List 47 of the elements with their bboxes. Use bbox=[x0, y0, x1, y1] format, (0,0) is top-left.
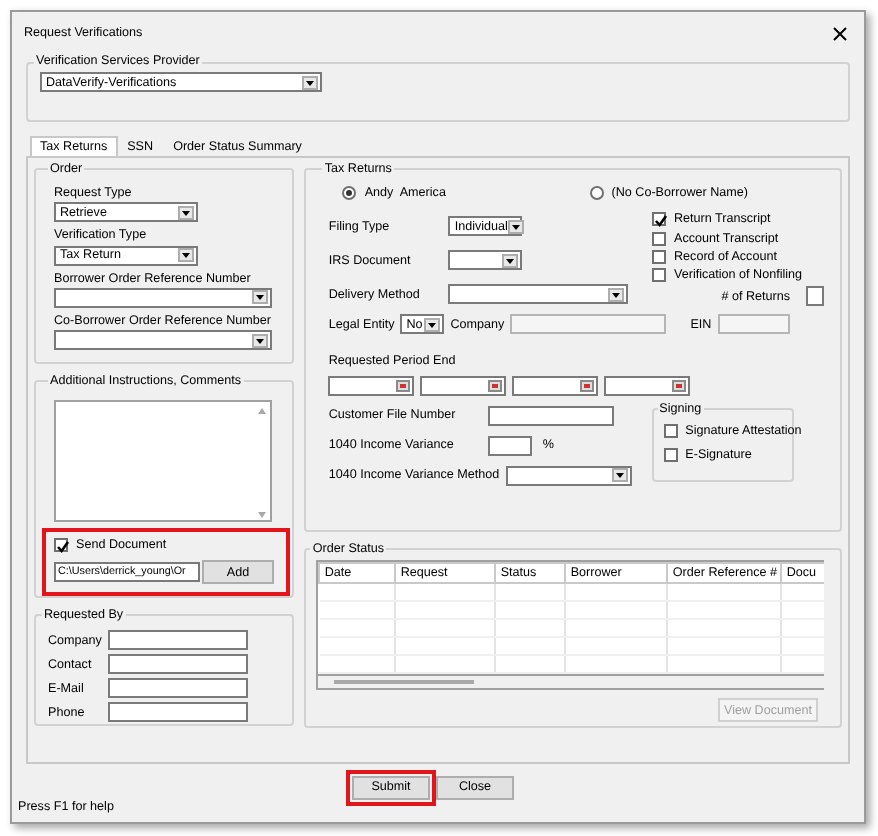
date-field[interactable] bbox=[604, 375, 691, 396]
input-field[interactable] bbox=[108, 678, 248, 699]
input-field[interactable] bbox=[108, 702, 248, 723]
check-icon bbox=[56, 540, 70, 555]
dropdown[interactable] bbox=[54, 330, 272, 351]
input-field[interactable] bbox=[108, 654, 248, 675]
input-field[interactable] bbox=[717, 314, 790, 335]
checkbox[interactable] bbox=[54, 538, 68, 553]
caret-icon bbox=[180, 250, 192, 261]
dropdown[interactable] bbox=[448, 284, 629, 305]
input-field[interactable] bbox=[488, 405, 615, 426]
calendar-icon bbox=[580, 379, 595, 392]
checkbox[interactable] bbox=[652, 231, 666, 246]
caret-icon bbox=[180, 207, 192, 218]
checkbox[interactable] bbox=[652, 212, 666, 227]
calendar-icon bbox=[488, 379, 503, 392]
input-field[interactable] bbox=[510, 314, 667, 335]
close-icon bbox=[832, 25, 848, 42]
caret-icon bbox=[613, 470, 626, 481]
close-button[interactable] bbox=[832, 25, 848, 42]
text-area[interactable] bbox=[54, 400, 272, 523]
dropdown[interactable] bbox=[448, 250, 523, 271]
caret-icon bbox=[304, 77, 316, 88]
caret-icon bbox=[254, 292, 266, 303]
caret-icon bbox=[254, 335, 266, 346]
caret-icon bbox=[509, 221, 522, 232]
date-field[interactable] bbox=[512, 375, 599, 396]
date-field[interactable] bbox=[420, 375, 507, 396]
input-field[interactable] bbox=[806, 286, 824, 307]
input-field[interactable] bbox=[108, 630, 248, 651]
input-field[interactable] bbox=[488, 435, 533, 456]
calendar-icon bbox=[396, 379, 411, 392]
calendar-icon bbox=[672, 379, 687, 392]
scrollbar-thumb[interactable] bbox=[334, 680, 475, 685]
checkbox[interactable] bbox=[663, 423, 678, 438]
dropdown[interactable] bbox=[505, 465, 632, 486]
caret-icon bbox=[426, 319, 439, 330]
radio-button[interactable] bbox=[589, 186, 604, 201]
check-icon bbox=[654, 214, 668, 229]
checkbox[interactable] bbox=[652, 249, 666, 264]
radio-button[interactable] bbox=[342, 186, 357, 201]
checkbox[interactable] bbox=[652, 268, 666, 283]
caret-icon bbox=[610, 289, 623, 300]
checkbox[interactable] bbox=[663, 448, 678, 463]
caret-icon bbox=[504, 255, 517, 266]
date-field[interactable] bbox=[328, 375, 415, 396]
dropdown[interactable] bbox=[54, 287, 272, 308]
